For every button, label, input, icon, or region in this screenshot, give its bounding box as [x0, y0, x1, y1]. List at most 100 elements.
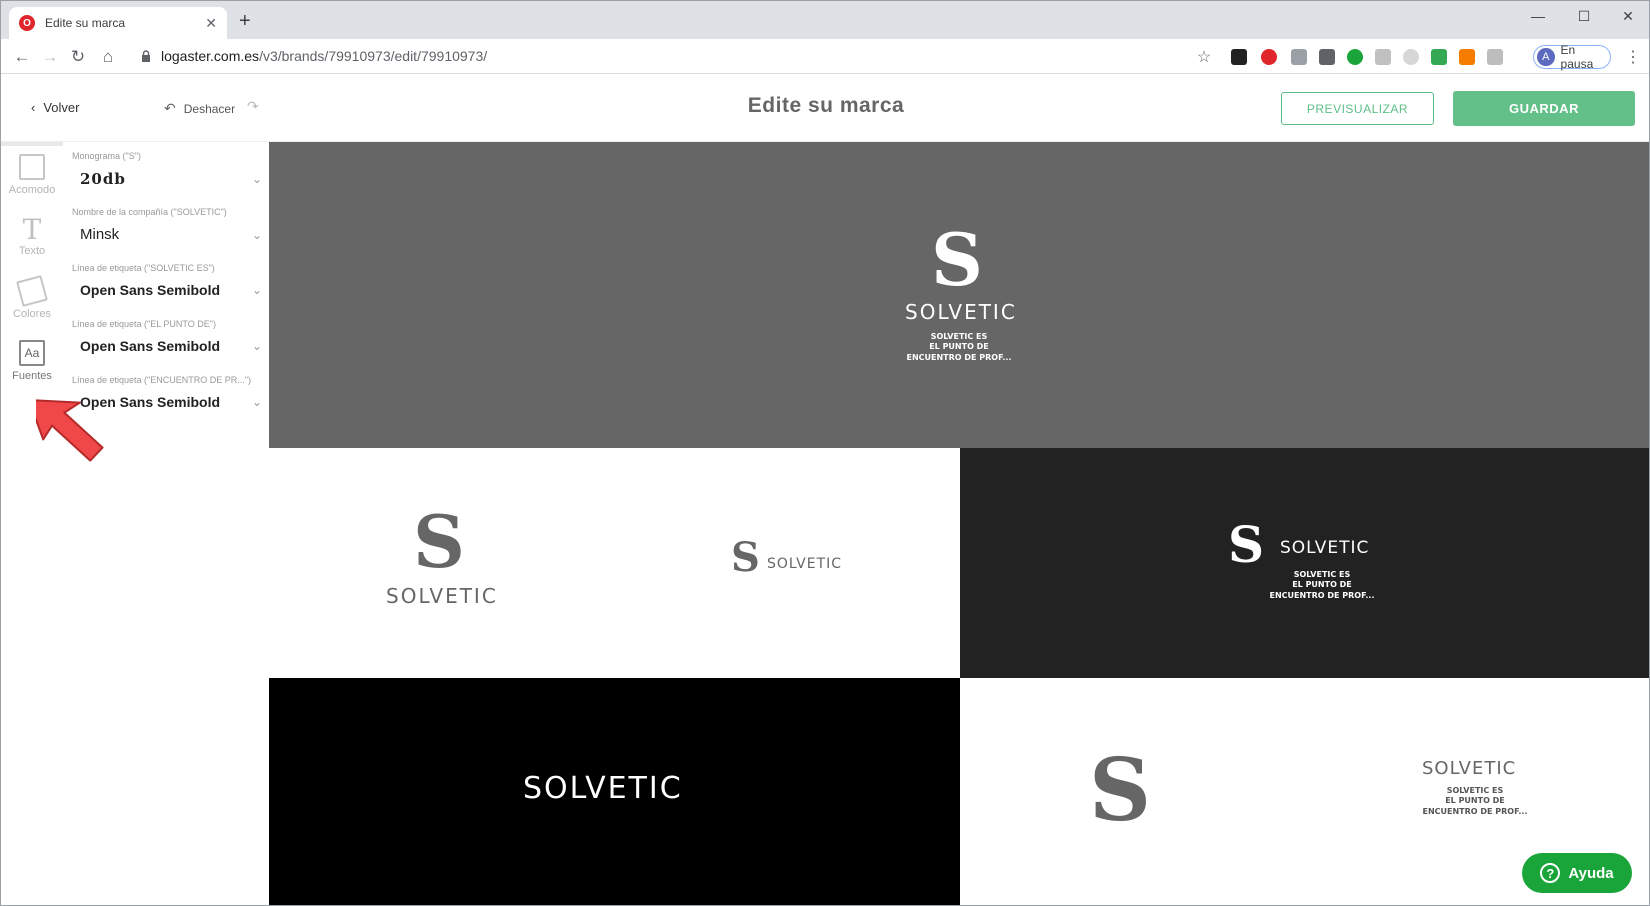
fonts-icon: Aa	[19, 340, 45, 366]
font-group-tagline-1: Línea de etiqueta ("SOLVETIC ES") Open S…	[72, 263, 262, 298]
eyedropper-extension-icon[interactable]	[1375, 49, 1391, 65]
check-extension-icon[interactable]	[1431, 49, 1447, 65]
font-group-label: Línea de etiqueta ("EL PUNTO DE")	[72, 319, 216, 329]
maximize-icon[interactable]: ☐	[1561, 1, 1607, 31]
font-group-monogram: Monograma ("S") 20db ⌄	[72, 151, 262, 188]
font-select-tagline-2[interactable]: Open Sans Semibold ⌄	[72, 338, 262, 354]
logo-preview-canvas: S SOLVETIC SOLVETIC ES EL PUNTO DE ENCUE…	[269, 142, 1649, 905]
preview-tile-dark[interactable]: S SOLVETIC SOLVETIC ES EL PUNTO DE ENCUE…	[960, 448, 1649, 678]
profile-status: En pausa	[1560, 43, 1594, 71]
preview-tile-black[interactable]: SOLVETIC	[269, 678, 960, 905]
monogram: S	[931, 217, 983, 302]
preview-tile-white[interactable]: S SOLVETIC S SOLVETIC	[269, 448, 960, 678]
rail-label: Colores	[13, 308, 51, 320]
tagline-block: SOLVETIC ES EL PUNTO DE ENCUENTRO DE PRO…	[899, 332, 1019, 363]
close-tab-icon[interactable]: ✕	[205, 15, 217, 32]
chevron-down-icon: ⌄	[251, 227, 262, 242]
tagline-1: SOLVETIC ES	[1293, 570, 1351, 579]
address-bar[interactable]: logaster.com.es/v3/brands/79910973/edit/…	[161, 48, 487, 64]
minimize-icon[interactable]: ―	[1515, 1, 1561, 31]
url-path: /v3/brands/79910973/edit/79910973/	[259, 48, 488, 64]
tab-strip: O Edite su marca ✕ + ― ☐ ✕	[1, 1, 1649, 39]
extension-icon[interactable]	[1291, 49, 1307, 65]
forward-arrow-icon[interactable]: →	[37, 44, 63, 70]
rail-label: Acomodo	[8, 184, 56, 196]
rail-label: Texto	[18, 245, 46, 257]
browser-tab[interactable]: O Edite su marca ✕	[9, 7, 227, 39]
back-arrow-icon[interactable]: ←	[9, 44, 35, 70]
url-host: logaster.com.es	[161, 48, 260, 64]
monogram: S	[1089, 740, 1152, 841]
opera-icon: O	[19, 15, 35, 31]
font-group-label: Línea de etiqueta ("SOLVETIC ES")	[72, 263, 215, 273]
profile-button[interactable]: A En pausa	[1533, 43, 1611, 71]
company-name: SOLVETIC	[523, 771, 683, 806]
font-select-tagline-1[interactable]: Open Sans Semibold ⌄	[72, 282, 262, 298]
tagline-block: SOLVETIC ES EL PUNTO DE ENCUENTRO DE PRO…	[1262, 570, 1382, 601]
browser-menu-icon[interactable]: ⋮	[1625, 47, 1641, 67]
preview-tile-gray[interactable]: S SOLVETIC SOLVETIC ES EL PUNTO DE ENCUE…	[269, 142, 1649, 448]
font-value: 20db	[80, 170, 126, 188]
tagline-2: EL PUNTO DE	[1292, 580, 1352, 590]
company-name: SOLVETIC	[1280, 538, 1370, 558]
bag-extension-icon[interactable]	[1459, 49, 1475, 65]
preview-button[interactable]: PREVISUALIZAR	[1281, 92, 1434, 125]
new-tab-button[interactable]: +	[239, 11, 251, 31]
tagline-3: ENCUENTRO DE PROF...	[906, 352, 1012, 362]
question-icon: ?	[1540, 863, 1561, 883]
avatar: A	[1537, 48, 1555, 66]
editor-header: ‹ Volver ↶ Deshacer ↷ Edite su marca PRE…	[1, 74, 1649, 142]
link-extension-icon[interactable]	[1487, 49, 1503, 65]
tagline-2: EL PUNTO DE	[1445, 796, 1505, 806]
font-value: Open Sans Semibold	[80, 282, 221, 298]
font-select-monogram[interactable]: 20db ⌄	[72, 170, 262, 188]
help-label: Ayuda	[1568, 864, 1614, 882]
monogram: S	[1228, 515, 1265, 574]
tagline-2: EL PUNTO DE	[929, 342, 989, 352]
home-icon[interactable]: ⌂	[95, 44, 121, 70]
editor-rail: Acomodo T Texto Colores Aa Fuentes	[1, 142, 63, 905]
layout-icon	[19, 154, 45, 180]
k-extension-icon[interactable]	[1347, 49, 1363, 65]
fonts-panel: Monograma ("S") 20db ⌄ Nombre de la comp…	[63, 142, 269, 905]
pointer-arrow-icon	[36, 398, 104, 462]
rail-item-texto[interactable]: T Texto	[1, 213, 63, 258]
bookmark-star-icon[interactable]: ☆	[1191, 44, 1217, 70]
font-value: Open Sans Semibold	[80, 338, 221, 354]
company-name: SOLVETIC	[1422, 758, 1517, 779]
adblock-extension-icon[interactable]	[1261, 49, 1277, 65]
monogram: S	[413, 499, 465, 584]
font-group-label: Línea de etiqueta ("ENCUENTRO DE PR...")	[72, 375, 251, 385]
company-name: SOLVETIC	[767, 556, 843, 572]
bulb-extension-icon[interactable]	[1403, 49, 1419, 65]
rail-item-colores[interactable]: Colores	[1, 275, 63, 320]
font-group-tagline-2: Línea de etiqueta ("EL PUNTO DE") Open S…	[72, 319, 262, 354]
tab-title: Edite su marca	[45, 16, 126, 30]
rail-item-fuentes[interactable]: Aa Fuentes	[1, 340, 63, 382]
font-select-company[interactable]: Minsk ⌄	[72, 226, 262, 243]
font-value: Minsk	[80, 226, 120, 243]
browser-window: O Edite su marca ✕ + ― ☐ ✕ ← → ↻ ⌂ logas…	[0, 0, 1650, 906]
window-close-icon[interactable]: ✕	[1605, 1, 1649, 31]
tagline-block: SOLVETIC ES EL PUNTO DE ENCUENTRO DE PRO…	[1420, 786, 1530, 817]
company-name: SOLVETIC	[386, 584, 498, 608]
lock-icon	[142, 50, 150, 62]
save-button[interactable]: GUARDAR	[1453, 91, 1635, 126]
tagline-3: ENCUENTRO DE PROF...	[1269, 590, 1375, 600]
rail-label: Fuentes	[12, 370, 52, 382]
rail-item-acomodo[interactable]: Acomodo	[1, 154, 63, 196]
url-extension-icon[interactable]	[1231, 49, 1247, 65]
extension-icon[interactable]	[1319, 49, 1335, 65]
text-icon: T	[22, 213, 42, 246]
chevron-down-icon: ⌄	[251, 339, 262, 353]
font-group-company: Nombre de la compañía ("SOLVETIC") Minsk…	[72, 207, 262, 243]
tagline-1: SOLVETIC ES	[1446, 786, 1504, 795]
reload-icon[interactable]: ↻	[65, 44, 91, 70]
chevron-down-icon: ⌄	[251, 172, 262, 186]
browser-toolbar: ← → ↻ ⌂ logaster.com.es/v3/brands/799109…	[1, 39, 1649, 74]
chevron-down-icon: ⌄	[251, 283, 262, 297]
company-name: SOLVETIC	[905, 300, 1017, 324]
help-button[interactable]: ? Ayuda	[1522, 853, 1632, 893]
monogram: S	[731, 534, 760, 581]
tagline-1: SOLVETIC ES	[930, 332, 988, 341]
